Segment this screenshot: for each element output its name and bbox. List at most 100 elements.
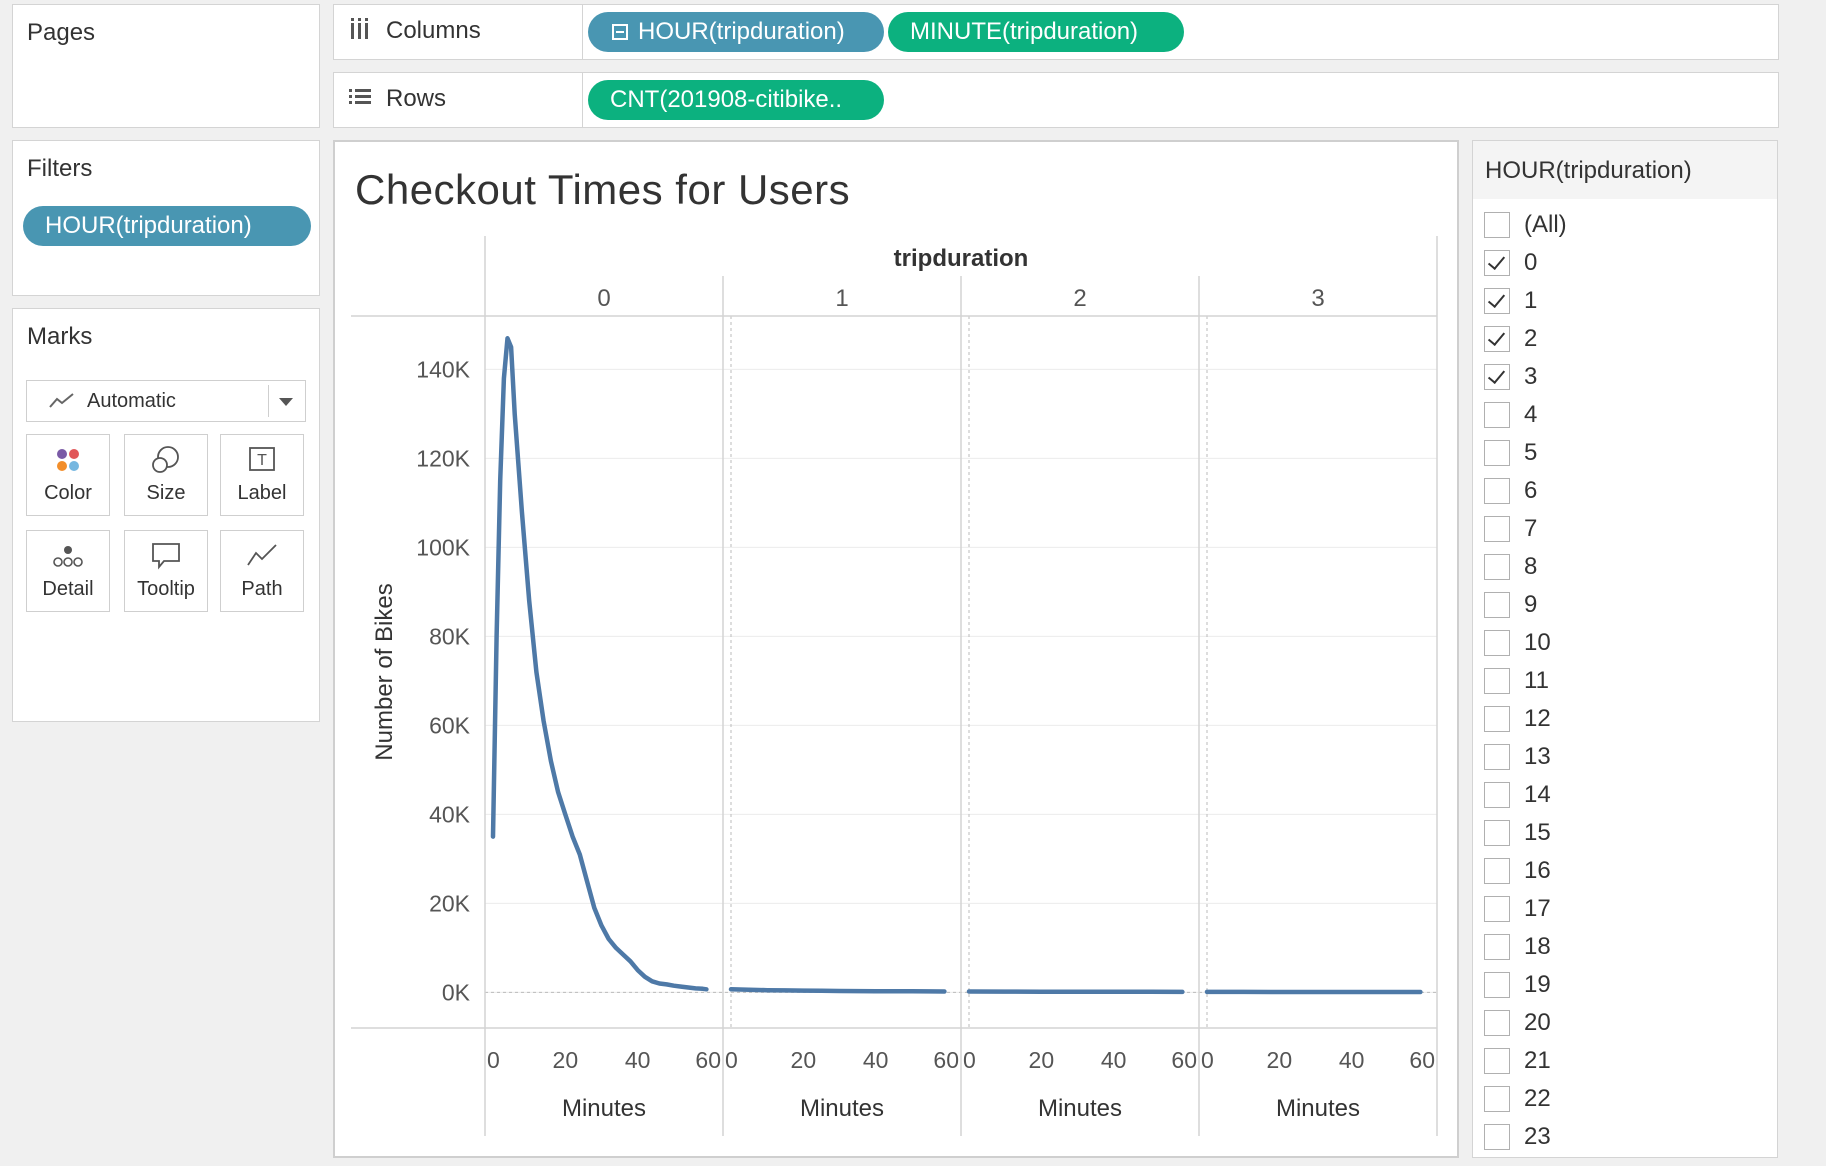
filter-item[interactable]: 19 xyxy=(1484,970,1551,1000)
x-tick-label: 20 xyxy=(791,1047,817,1073)
y-tick-label: 20K xyxy=(429,890,471,916)
checkbox[interactable] xyxy=(1484,364,1510,390)
filter-item-label: 7 xyxy=(1524,515,1538,542)
checkbox[interactable] xyxy=(1484,1086,1510,1112)
checkbox[interactable] xyxy=(1484,250,1510,276)
filter-item-label: 3 xyxy=(1524,363,1538,390)
filter-item[interactable]: 12 xyxy=(1484,704,1551,734)
panel-header: 1 xyxy=(835,285,848,312)
filter-item-label: 11 xyxy=(1524,667,1549,694)
x-axis-label: Minutes xyxy=(800,1095,884,1122)
checkbox[interactable] xyxy=(1484,668,1510,694)
filter-card-title: HOUR(tripduration) xyxy=(1485,157,1692,184)
checkbox[interactable] xyxy=(1484,440,1510,466)
filter-item[interactable]: 16 xyxy=(1484,856,1551,886)
filter-item-label: 17 xyxy=(1524,895,1551,922)
filter-item[interactable]: 18 xyxy=(1484,932,1551,962)
filter-item[interactable]: 9 xyxy=(1484,590,1537,620)
x-axis-label: Minutes xyxy=(1038,1095,1122,1122)
x-tick-label: 60 xyxy=(1409,1047,1435,1073)
filter-item[interactable]: 13 xyxy=(1484,742,1551,772)
filter-item[interactable]: 10 xyxy=(1484,628,1551,658)
filter-item[interactable]: 11 xyxy=(1484,666,1549,696)
y-tick-label: 60K xyxy=(429,712,471,738)
checkbox[interactable] xyxy=(1484,630,1510,656)
filter-item-label: 13 xyxy=(1524,743,1551,770)
filter-item-label: 8 xyxy=(1524,553,1538,580)
checkbox[interactable] xyxy=(1484,896,1510,922)
filter-item-label: 10 xyxy=(1524,629,1551,656)
x-tick-label: 20 xyxy=(1267,1047,1293,1073)
checkbox[interactable] xyxy=(1484,1124,1510,1150)
filter-item-label: 4 xyxy=(1524,401,1538,428)
filter-item[interactable]: 17 xyxy=(1484,894,1551,924)
y-tick-label: 80K xyxy=(429,623,471,649)
y-tick-label: 100K xyxy=(416,534,470,560)
filter-item-label: 0 xyxy=(1524,249,1538,276)
checkbox[interactable] xyxy=(1484,972,1510,998)
checkbox[interactable] xyxy=(1484,706,1510,732)
checkbox[interactable] xyxy=(1484,402,1510,428)
x-tick-label: 60 xyxy=(695,1047,721,1073)
filter-item-label: 12 xyxy=(1524,705,1551,732)
y-axis-label: Number of Bikes xyxy=(371,583,398,760)
filter-item-label: 6 xyxy=(1524,477,1538,504)
x-tick-label: 0 xyxy=(963,1047,976,1073)
checkbox[interactable] xyxy=(1484,858,1510,884)
filter-item[interactable]: 23 xyxy=(1484,1122,1551,1152)
x-axis-label: Minutes xyxy=(1276,1095,1360,1122)
checkbox[interactable] xyxy=(1484,1010,1510,1036)
filter-item-label: 19 xyxy=(1524,971,1551,998)
filter-item-label: 21 xyxy=(1524,1047,1551,1074)
checkbox[interactable] xyxy=(1484,782,1510,808)
filter-item[interactable]: 6 xyxy=(1484,476,1537,506)
x-tick-label: 20 xyxy=(1029,1047,1055,1073)
column-header: tripduration xyxy=(894,245,1029,272)
filter-item-label: 20 xyxy=(1524,1009,1551,1036)
checkbox[interactable] xyxy=(1484,478,1510,504)
x-tick-label: 0 xyxy=(725,1047,738,1073)
x-tick-label: 0 xyxy=(1201,1047,1214,1073)
y-tick-label: 40K xyxy=(429,801,471,827)
filter-item[interactable]: 15 xyxy=(1484,818,1551,848)
filter-item[interactable]: (All) xyxy=(1484,210,1567,240)
filter-item-label: 5 xyxy=(1524,439,1538,466)
x-tick-label: 40 xyxy=(863,1047,889,1073)
x-tick-label: 40 xyxy=(1101,1047,1127,1073)
checkbox[interactable] xyxy=(1484,554,1510,580)
filter-item[interactable]: 20 xyxy=(1484,1008,1551,1038)
checkbox[interactable] xyxy=(1484,744,1510,770)
series-line xyxy=(728,987,947,994)
x-axis-label: Minutes xyxy=(562,1095,646,1122)
checkbox[interactable] xyxy=(1484,212,1510,238)
filter-item-label: 2 xyxy=(1524,325,1538,352)
filter-item[interactable]: 5 xyxy=(1484,438,1537,468)
filter-item[interactable]: 22 xyxy=(1484,1084,1551,1114)
series-line xyxy=(490,336,709,992)
panel-header: 0 xyxy=(597,285,610,312)
filter-item[interactable]: 3 xyxy=(1484,362,1537,392)
checkbox[interactable] xyxy=(1484,592,1510,618)
checkbox[interactable] xyxy=(1484,934,1510,960)
filter-item[interactable]: 21 xyxy=(1484,1046,1551,1076)
filter-item[interactable]: 4 xyxy=(1484,400,1537,430)
y-tick-label: 0K xyxy=(442,979,471,1005)
filter-item[interactable]: 8 xyxy=(1484,552,1537,582)
filter-item[interactable]: 14 xyxy=(1484,780,1551,810)
filter-item[interactable]: 2 xyxy=(1484,324,1537,354)
filter-item[interactable]: 1 xyxy=(1484,286,1537,316)
checkbox[interactable] xyxy=(1484,1048,1510,1074)
checkbox[interactable] xyxy=(1484,516,1510,542)
panel-header: 3 xyxy=(1311,285,1324,312)
checkbox[interactable] xyxy=(1484,288,1510,314)
filter-item[interactable]: 7 xyxy=(1484,514,1537,544)
filter-item-label: 9 xyxy=(1524,591,1538,618)
checkbox[interactable] xyxy=(1484,326,1510,352)
filter-item-label: 14 xyxy=(1524,781,1551,808)
filter-item-label: 22 xyxy=(1524,1085,1551,1112)
filter-item[interactable]: 0 xyxy=(1484,248,1537,278)
checkbox[interactable] xyxy=(1484,820,1510,846)
filter-item-label: 15 xyxy=(1524,819,1551,846)
filter-item-label: 18 xyxy=(1524,933,1551,960)
filter-item-label: (All) xyxy=(1524,211,1567,238)
